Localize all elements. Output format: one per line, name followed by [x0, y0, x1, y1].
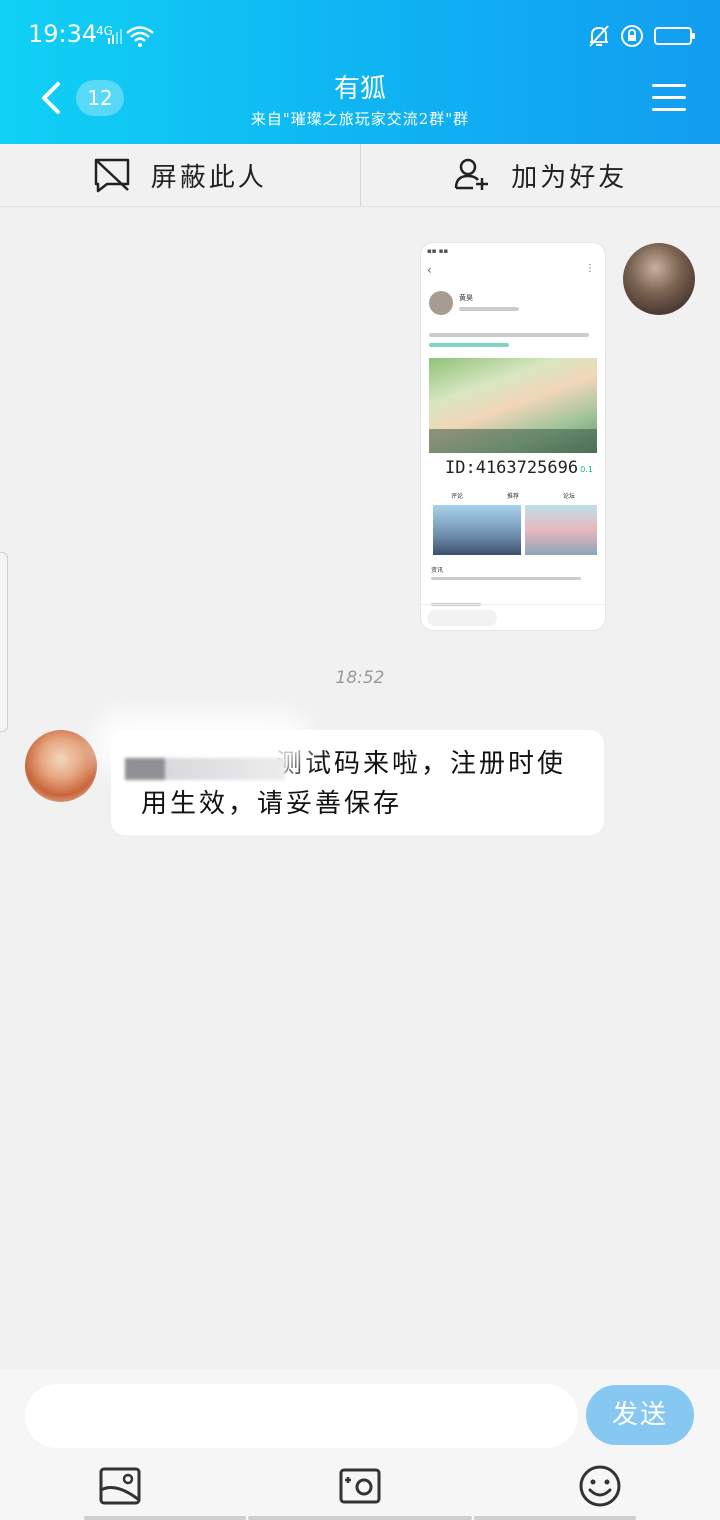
image-tab: 推荐 — [506, 493, 519, 500]
image-more-icon: ⋮ — [585, 263, 595, 274]
image-back-icon: ‹ — [427, 263, 432, 277]
add-friend-button[interactable]: 加为好友 — [361, 144, 720, 206]
chat-subtitle: 来自"璀璨之旅玩家交流2群"群 — [250, 110, 470, 128]
image-tab: 评论 — [450, 493, 463, 500]
block-user-button[interactable]: 屏蔽此人 — [0, 144, 360, 206]
image-status-bar: ▪▪ ▪▪ — [427, 247, 449, 255]
block-user-label: 屏蔽此人 — [150, 162, 267, 193]
image-rating: 0.1 — [580, 465, 593, 474]
menu-line — [652, 96, 686, 99]
image-thumbnail — [525, 505, 597, 555]
image-icon[interactable] — [98, 1464, 142, 1508]
text-message-bubble[interactable]: 测试码来啦，注册时使用生效，请妥善保存 — [91, 712, 604, 835]
wifi-icon — [126, 26, 154, 47]
nav-indicator — [248, 1516, 472, 1520]
camera-icon[interactable] — [338, 1464, 382, 1508]
image-artwork-overlay — [429, 429, 597, 453]
menu-button[interactable] — [652, 84, 686, 112]
image-id-text: ID:4163725696 — [445, 458, 579, 478]
send-button[interactable]: 发送 — [586, 1385, 694, 1445]
image-tabs: 评论 推荐 论坛 — [429, 491, 597, 500]
image-comment-input — [427, 610, 497, 626]
image-text-line — [429, 343, 509, 347]
add-friend-label: 加为好友 — [511, 162, 628, 193]
nav-indicator — [474, 1516, 636, 1520]
image-text-line — [431, 577, 581, 580]
hamburger-menu-icon — [652, 84, 686, 87]
mute-bell-icon — [589, 25, 609, 47]
emoji-icon[interactable] — [578, 1464, 622, 1508]
image-news-label: 资讯 — [431, 567, 444, 574]
image-text-line — [459, 307, 519, 311]
block-chat-icon — [94, 158, 129, 193]
redacted-code — [125, 758, 285, 780]
image-author-avatar — [429, 291, 453, 315]
message-timestamp: 18:52 — [335, 668, 385, 688]
side-drawer-handle[interactable] — [0, 552, 8, 732]
lock-rotation-icon — [621, 25, 643, 47]
chat-title: 有狐 — [333, 74, 386, 104]
signal-icon — [108, 29, 122, 44]
battery-icon — [654, 27, 695, 45]
image-text-line — [429, 333, 589, 337]
action-bar: 屏蔽此人 加为好友 — [0, 144, 720, 207]
image-bottom-bar — [421, 604, 605, 630]
self-avatar[interactable] — [623, 243, 695, 315]
menu-line — [652, 108, 686, 111]
message-input[interactable] — [25, 1384, 578, 1448]
composer: 发送 — [0, 1369, 720, 1520]
status-icons — [588, 24, 695, 48]
sender-avatar[interactable] — [25, 730, 97, 802]
image-tab: 论坛 — [562, 493, 575, 500]
nav-indicator — [84, 1516, 246, 1520]
image-message-bubble[interactable]: ▪▪ ▪▪ ‹ ⋮ 黄昊 ID:4163725696 0.1 评论 推荐 论坛 … — [421, 243, 605, 630]
image-thumbnail — [433, 505, 521, 555]
add-user-icon — [454, 158, 489, 190]
chat-header: 19:34 4G 12 有狐 来自"璀璨之旅玩家交流2群"群 — [0, 0, 720, 144]
image-author-name: 黄昊 — [459, 294, 473, 302]
status-time: 19:34 — [28, 20, 98, 48]
